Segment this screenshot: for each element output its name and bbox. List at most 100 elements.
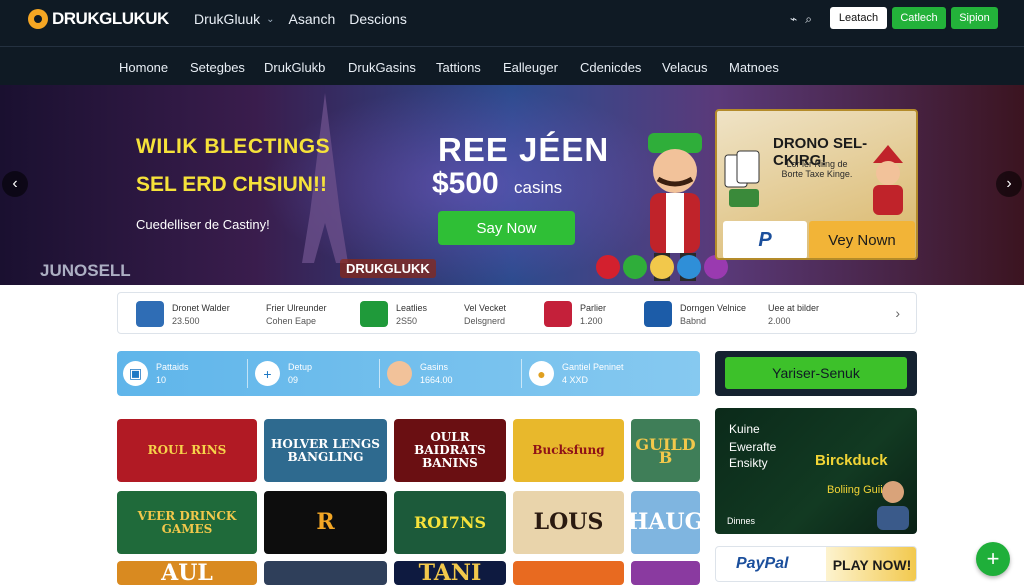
stat-value: 2S50 xyxy=(396,315,418,326)
hero-banner: ‹ › WILIK BLECTINGS SEL ERD CHSIUN!! Cue… xyxy=(0,85,1024,285)
game-tile[interactable]: LOUS xyxy=(513,491,624,554)
shield-icon xyxy=(136,301,164,327)
game-title: OULR BAIDRATS BANINS xyxy=(414,430,486,470)
promo-text: Lor ler Nilng de Borte Taxe Kinge. xyxy=(781,159,853,179)
info-value: 1664.00 xyxy=(420,375,453,385)
top-nav-item[interactable]: Asanch xyxy=(289,11,336,27)
chip-icon xyxy=(677,255,701,279)
chip-icon xyxy=(596,255,620,279)
game-tile[interactable]: ROUL RINS xyxy=(117,419,257,482)
info-value: 4 XXD xyxy=(562,375,589,385)
game-tile[interactable]: ROI7NS xyxy=(394,491,506,554)
top-bar: DRUKGLUKUK DrukGluuk ⌄ Asanch Descions ⌁ … xyxy=(0,0,1024,46)
cards-icon xyxy=(724,150,760,207)
side-promo-line: Ewerafte xyxy=(729,440,777,454)
stat-item[interactable]: Dorngen Velnice Babnd xyxy=(644,293,746,335)
top-nav-item[interactable]: DrukGluuk ⌄ xyxy=(194,11,275,27)
info-item[interactable]: ▣ Pattaids 10 xyxy=(123,351,189,396)
stat-value: 2.000 xyxy=(768,315,791,326)
game-tile[interactable]: HAUG xyxy=(631,491,700,554)
main-nav-item[interactable]: Matnoes xyxy=(729,60,779,75)
search-icon[interactable]: ⌕ xyxy=(805,12,812,27)
info-text: Pattaids 10 xyxy=(156,362,189,385)
side-promo-line: Ensikty xyxy=(729,456,768,470)
game-icon xyxy=(544,301,572,327)
badge-icon: ▣ xyxy=(123,361,148,386)
top-nav-label: DrukGluuk xyxy=(194,11,261,27)
chevron-right-icon[interactable]: › xyxy=(895,305,900,321)
game-tile[interactable]: OULR BAIDRATS BANINS xyxy=(394,419,506,482)
stat-item[interactable]: Leatlies 2S50 xyxy=(360,293,427,335)
game-icon xyxy=(644,301,672,327)
stat-item[interactable]: Vel Vecket Delsgnerd xyxy=(464,293,506,335)
info-label: Gasins xyxy=(420,362,449,372)
main-nav-item[interactable]: Velacus xyxy=(662,60,708,75)
hero-prev-button[interactable]: ‹ xyxy=(2,171,28,197)
game-tile[interactable]: R xyxy=(264,491,387,554)
divider xyxy=(379,359,380,388)
main-nav-item[interactable]: Tattions xyxy=(436,60,481,75)
game-tile[interactable]: HOLVER LENGS BANGLING xyxy=(264,419,387,482)
login-button[interactable]: Leatach xyxy=(830,7,887,29)
play-now-button[interactable]: PLAY NOW! xyxy=(826,547,916,581)
stat-item[interactable]: Uee at bilder 2.000 xyxy=(768,293,819,335)
stat-value: Cohen Eape xyxy=(266,315,317,326)
signup-button[interactable]: Sipion xyxy=(951,7,998,29)
side-promo[interactable]: Kuine Ewerafte Ensikty Birckduck Boliing… xyxy=(715,408,917,534)
info-label: Detup xyxy=(288,362,313,372)
hero-subline: Cuedelliser de Castiny! xyxy=(136,217,270,232)
stat-text: Leatlies 2S50 xyxy=(396,303,427,326)
stat-label: Dronet Walder xyxy=(172,302,230,313)
game-tile[interactable]: TANI xyxy=(394,561,506,585)
main-nav-item[interactable]: Cdenicdes xyxy=(580,60,641,75)
main-nav-item[interactable]: Setegbes xyxy=(190,60,245,75)
paypal-banner[interactable]: PayPal PLAY NOW! xyxy=(715,546,917,582)
stat-value: 1.200 xyxy=(580,315,603,326)
info-item[interactable]: Gasins 1664.00 xyxy=(387,351,453,396)
logo-text: DRUKGLUKUK xyxy=(52,9,169,28)
info-text: Detup 09 xyxy=(288,362,312,385)
cash-button[interactable]: Catlech xyxy=(892,7,946,29)
game-tile[interactable]: Bucksfung xyxy=(513,419,624,482)
game-title: R xyxy=(316,509,335,535)
stat-text: Frier Ulreunder Cohen Eape xyxy=(266,303,327,326)
chevron-down-icon: ⌄ xyxy=(266,13,275,25)
site-logo[interactable]: DRUKGLUKUK xyxy=(28,9,169,29)
stat-label: Leatlies xyxy=(396,302,428,313)
add-button[interactable]: + xyxy=(976,542,1010,576)
main-nav-item[interactable]: Ealleuger xyxy=(503,60,558,75)
hero-cta-button[interactable]: Say Now xyxy=(438,211,575,245)
top-icons: ⌁ ⌕ xyxy=(790,12,812,27)
t-badge-icon xyxy=(360,301,388,327)
game-tile[interactable]: AUL xyxy=(117,561,257,585)
medal-icon: ● xyxy=(529,361,554,386)
main-nav-item[interactable]: DrukGlukb xyxy=(264,60,325,75)
register-button[interactable]: Yariser-Senuk xyxy=(725,357,907,389)
main-nav-item[interactable]: DrukGasins xyxy=(348,60,416,75)
game-tile[interactable] xyxy=(631,561,700,585)
share-icon[interactable]: ⌁ xyxy=(790,12,797,27)
hero-next-button[interactable]: › xyxy=(996,171,1022,197)
game-title: ROUL RINS xyxy=(147,443,227,457)
stat-item[interactable]: Frier Ulreunder Cohen Eape xyxy=(266,293,327,335)
paypal-logo[interactable]: P xyxy=(723,221,807,258)
plus-icon: + xyxy=(255,361,280,386)
info-item[interactable]: ● Gantiel Peninet 4 XXD xyxy=(529,351,624,396)
stat-item[interactable]: Parlier 1.200 xyxy=(544,293,606,335)
game-tile[interactable] xyxy=(513,561,624,585)
top-nav-item[interactable]: Descions xyxy=(349,11,407,27)
game-title: HAUG xyxy=(631,509,700,535)
info-item[interactable]: + Detup 09 xyxy=(255,351,312,396)
game-tile[interactable]: GUILD B xyxy=(631,419,700,482)
main-nav-item[interactable]: Homone xyxy=(119,60,168,75)
promo-card: DRONO SEL-CKIRG! Lor ler Nilng de Borte … xyxy=(715,109,918,260)
stat-item[interactable]: Dronet Walder 23.500 xyxy=(136,293,230,335)
game-title: TANI xyxy=(418,561,482,585)
stat-label: Uee at bilder xyxy=(768,302,820,313)
top-nav-label: Asanch xyxy=(288,11,336,27)
game-tile[interactable]: VEER DRINCK GAMES xyxy=(117,491,257,554)
stat-label: Dorngen Velnice xyxy=(680,302,747,313)
stat-label: Parlier xyxy=(580,302,607,313)
promo-cta-button[interactable]: Vey Nown xyxy=(809,221,915,258)
game-tile[interactable] xyxy=(264,561,387,585)
